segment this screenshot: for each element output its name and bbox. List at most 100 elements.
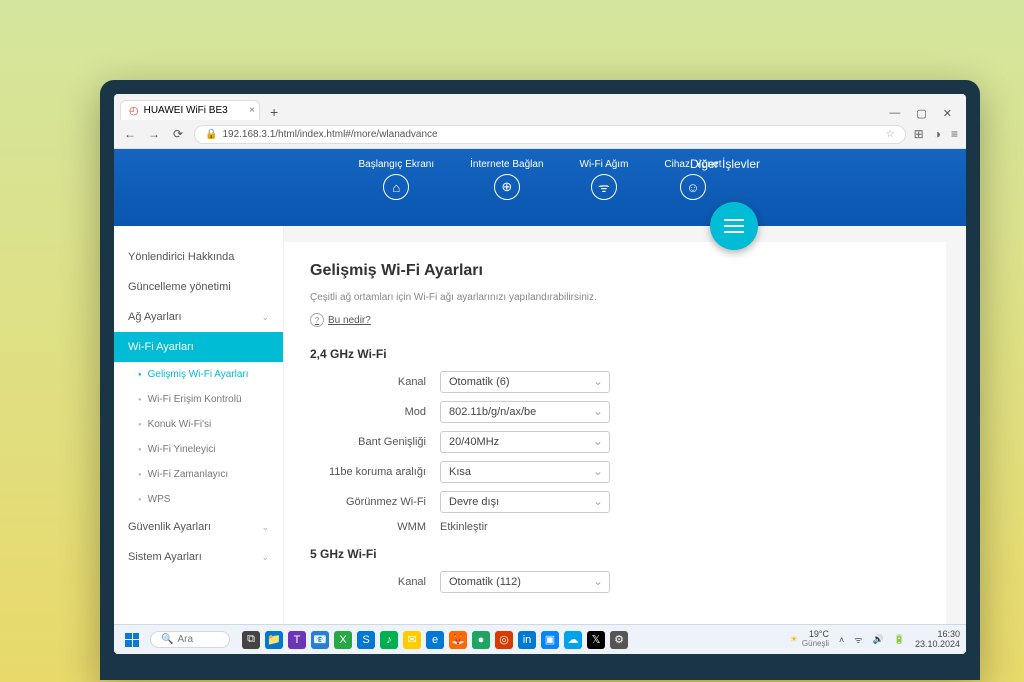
lock-icon: 🔒 — [205, 129, 217, 140]
select-kanal-24[interactable]: Otomatik (6) — [440, 371, 610, 393]
wifi-icon[interactable]: ᯤ — [854, 633, 862, 646]
label-koruma-24: 11be koruma aralığı — [310, 466, 440, 478]
taskbar-app-icon[interactable]: S — [357, 631, 375, 649]
close-window-icon[interactable]: ✕ — [943, 107, 952, 120]
taskbar-app-icon[interactable]: e — [426, 631, 444, 649]
windows-taskbar: 🔍Ara ⧉ 📁 T 📧 XS ♪ ✉ e 🦊 ● ◎ in ▣ ☁ 𝕏 ⚙ ☀ 19°C Güneşli ˄… — [114, 624, 966, 654]
windows-logo-icon — [125, 633, 139, 647]
sidebar-subitem[interactable]: Konuk Wi-Fi'si — [114, 412, 283, 437]
tab-favicon: ◴ — [129, 104, 139, 117]
taskbar-app-icon[interactable]: 📧 — [311, 631, 329, 649]
start-button[interactable] — [120, 629, 144, 651]
sidebar-subitem[interactable]: Gelişmiş Wi-Fi Ayarları — [114, 362, 283, 387]
bookmark-icon[interactable]: ☆ — [886, 129, 895, 140]
label-mod-24: Mod — [310, 406, 440, 418]
nav-icon: ⊕ — [494, 174, 520, 200]
sidebar-subitem[interactable]: Wi-Fi Zamanlayıcı — [114, 462, 283, 487]
select-koruma-24[interactable]: Kısa — [440, 461, 610, 483]
weather-icon: ☀ — [790, 634, 798, 645]
address-bar[interactable]: 🔒 192.168.3.1/html/index.html#/more/wlan… — [194, 125, 906, 144]
reload-icon[interactable]: ⟳ — [170, 127, 186, 141]
taskbar-app-icon[interactable]: ● — [472, 631, 490, 649]
more-menu-button[interactable] — [710, 202, 758, 250]
forward-icon[interactable]: → — [146, 127, 162, 141]
value-wmm-24: Etkinleştir — [440, 521, 488, 533]
section-5ghz: 5 GHz Wi-Fi — [310, 547, 920, 561]
taskbar-app-icon[interactable]: 𝕏 — [587, 631, 605, 649]
tab-bar: ◴ HUAWEI WiFi BE3 × + — ▢ ✕ — [114, 94, 966, 120]
back-icon[interactable]: ← — [122, 127, 138, 141]
select-mod-24[interactable]: 802.11b/g/n/ax/be — [440, 401, 610, 423]
sound-icon[interactable]: 🔊 — [873, 634, 884, 645]
maximize-icon[interactable]: ▢ — [916, 107, 926, 120]
content-panel: Gelişmiş Wi-Fi Ayarları Çeşitli ağ ortam… — [284, 242, 946, 624]
browser-chrome: ◴ HUAWEI WiFi BE3 × + — ▢ ✕ ← → ⟳ 🔒 192.… — [114, 94, 966, 149]
chevron-down-icon: ⌄ — [261, 522, 269, 533]
router-header: Başlangıç Ekranı⌂ İnternete Bağlan⊕ Wi-Fi … — [114, 149, 966, 226]
chevron-down-icon: ⌄ — [261, 552, 269, 563]
taskbar-app-icon[interactable]: in — [518, 631, 536, 649]
select-bant-24[interactable]: 20/40MHz — [440, 431, 610, 453]
account-icon[interactable]: ◑ — [934, 127, 941, 141]
nav-item[interactable]: Wi-Fi Ağımᯤ — [580, 159, 629, 200]
taskbar-app-icon[interactable]: X — [334, 631, 352, 649]
taskbar-app-icon[interactable]: ▣ — [541, 631, 559, 649]
help-link[interactable]: Bu nedir? — [310, 313, 920, 327]
minimize-icon[interactable]: — — [889, 107, 900, 120]
nav-item[interactable]: İnternete Bağlan⊕ — [470, 159, 543, 200]
taskbar-clock[interactable]: 16:30 23.10.2024 — [915, 630, 960, 650]
page-subtitle: Çeşitli ağ ortamları için Wi-Fi ağı ayar… — [310, 292, 920, 303]
battery-icon[interactable]: 🔋 — [894, 634, 905, 645]
window-controls: — ▢ ✕ — [889, 107, 960, 120]
chevron-down-icon: ⌄ — [261, 312, 269, 323]
tray-chevron-icon[interactable]: ˄ — [839, 635, 844, 645]
page-body: Yönlendirici HakkındaGüncelleme yönetimi… — [114, 226, 966, 624]
laptop-frame: ◴ HUAWEI WiFi BE3 × + — ▢ ✕ ← → ⟳ 🔒 192.… — [100, 80, 980, 680]
url-text: 192.168.3.1/html/index.html#/more/wlanad… — [222, 129, 437, 140]
new-tab-button[interactable]: + — [264, 104, 284, 120]
label-gorunmez-24: Görünmez Wi-Fi — [310, 496, 440, 508]
taskbar-app-icon[interactable]: ⧉ — [242, 631, 260, 649]
taskbar-search[interactable]: 🔍Ara — [150, 631, 230, 648]
label-kanal-24: Kanal — [310, 376, 440, 388]
taskbar-app-icon[interactable]: T — [288, 631, 306, 649]
select-gorunmez-24[interactable]: Devre dışı — [440, 491, 610, 513]
menu-icon[interactable]: ≡ — [951, 127, 958, 141]
sidebar-subitem[interactable]: Wi-Fi Yineleyici — [114, 437, 283, 462]
sidebar-item[interactable]: Güncelleme yönetimi — [114, 272, 283, 302]
section-24ghz: 2,4 GHz Wi-Fi — [310, 347, 920, 361]
label-bant-24: Bant Genişliği — [310, 436, 440, 448]
browser-action-icons: ⊞ ◑ ≡ — [914, 127, 958, 141]
sidebar-item[interactable]: Güvenlik Ayarları⌄ — [114, 512, 283, 542]
taskbar-app-icon[interactable]: ◎ — [495, 631, 513, 649]
sidebar-subitem[interactable]: Wi-Fi Erişim Kontrolü — [114, 387, 283, 412]
extensions-icon[interactable]: ⊞ — [914, 127, 924, 141]
taskbar-apps: ⧉ 📁 T 📧 XS ♪ ✉ e 🦊 ● ◎ in ▣ ☁ 𝕏 ⚙ — [242, 631, 628, 649]
nav-item[interactable]: Başlangıç Ekranı⌂ — [359, 159, 435, 200]
browser-tab[interactable]: ◴ HUAWEI WiFi BE3 × — [120, 100, 260, 120]
taskbar-app-icon[interactable]: 🦊 — [449, 631, 467, 649]
taskbar-app-icon[interactable]: ♪ — [380, 631, 398, 649]
sidebar-subitem[interactable]: WPS — [114, 487, 283, 512]
hamburger-icon — [724, 225, 744, 227]
search-icon: 🔍 — [161, 634, 173, 645]
sidebar-item[interactable]: Sistem Ayarları⌄ — [114, 542, 283, 572]
sidebar-item[interactable]: Yönlendirici Hakkında — [114, 242, 283, 272]
taskbar-app-icon[interactable]: ⚙ — [610, 631, 628, 649]
label-wmm-24: WMM — [310, 521, 440, 533]
select-kanal-5[interactable]: Otomatik (112) — [440, 571, 610, 593]
taskbar-tray: ☀ 19°C Güneşli ˄ ᯤ 🔊 🔋 16:30 23.10.2024 — [790, 630, 960, 650]
sidebar-item[interactable]: Ağ Ayarları⌄ — [114, 302, 283, 332]
taskbar-app-icon[interactable]: ☁ — [564, 631, 582, 649]
sidebar-item[interactable]: Wi-Fi Ayarları — [114, 332, 283, 362]
nav-icon: ᯤ — [591, 174, 617, 200]
taskbar-app-icon[interactable]: 📁 — [265, 631, 283, 649]
nav-icon: ☺ — [680, 174, 706, 200]
label-kanal-5: Kanal — [310, 576, 440, 588]
weather-widget[interactable]: ☀ 19°C Güneşli — [790, 630, 829, 649]
close-tab-icon[interactable]: × — [249, 105, 255, 116]
page-title: Gelişmiş Wi-Fi Ayarları — [310, 262, 920, 280]
more-label: Diğer İşlevler — [690, 157, 760, 171]
taskbar-app-icon[interactable]: ✉ — [403, 631, 421, 649]
tab-title: HUAWEI WiFi BE3 — [144, 105, 228, 116]
